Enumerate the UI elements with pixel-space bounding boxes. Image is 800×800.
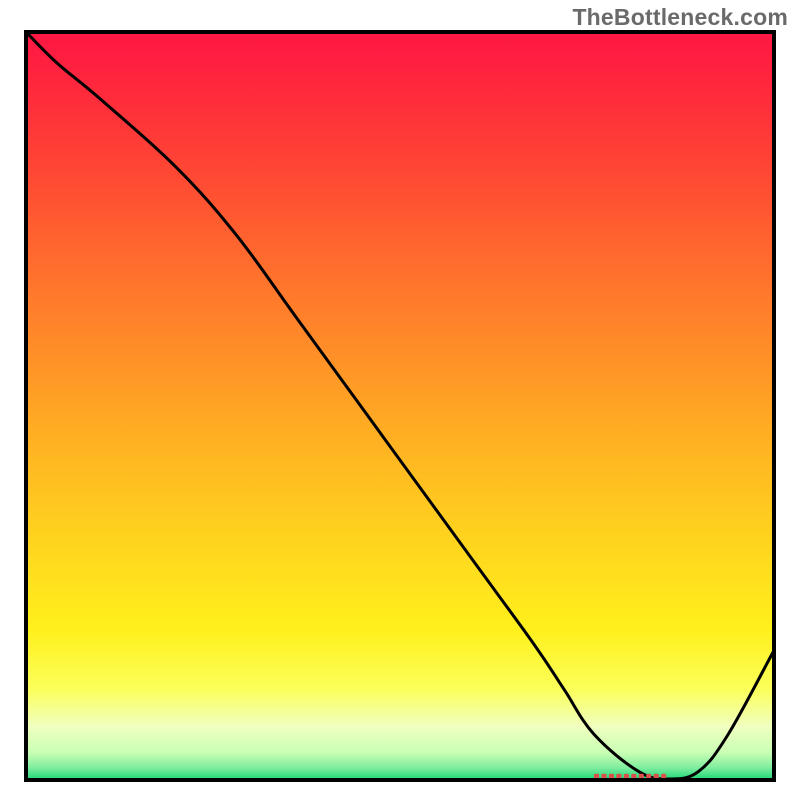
- chart-container: TheBottleneck.com: [0, 0, 800, 800]
- gradient-background: [27, 33, 773, 779]
- chart-plot-area: [24, 30, 776, 782]
- watermark-text: TheBottleneck.com: [572, 4, 788, 31]
- chart-svg: [24, 30, 776, 782]
